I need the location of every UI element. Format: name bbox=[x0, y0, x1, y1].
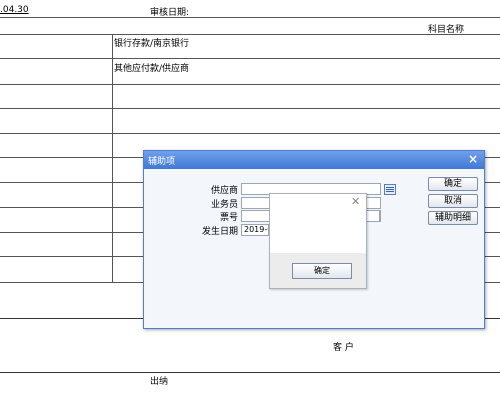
occurrence-date-label: 发生日期 bbox=[201, 227, 238, 237]
ticket-number-extra[interactable] bbox=[366, 210, 380, 222]
footer-divider bbox=[0, 372, 500, 373]
ticket-number-label: 票号 bbox=[219, 213, 238, 223]
column-divider bbox=[112, 34, 113, 282]
close-icon[interactable]: × bbox=[468, 152, 478, 166]
account-cell[interactable]: 银行存款/南京银行 bbox=[114, 36, 189, 49]
dialog-title: 辅助项 bbox=[148, 157, 176, 167]
row-divider bbox=[0, 84, 500, 85]
customer-label: 客 户 bbox=[333, 343, 354, 353]
divider bbox=[0, 34, 500, 35]
message-popup: ✕ 确定 bbox=[269, 193, 367, 289]
row-divider bbox=[0, 108, 500, 109]
divider bbox=[0, 17, 500, 18]
list-icon[interactable] bbox=[384, 184, 396, 195]
cashier-label: 出纳 bbox=[150, 377, 169, 387]
dialog-titlebar[interactable]: 辅助项 × bbox=[144, 151, 484, 169]
close-icon[interactable]: ✕ bbox=[351, 195, 360, 208]
cancel-button[interactable]: 取消 bbox=[428, 194, 478, 208]
ok-button[interactable]: 确定 bbox=[428, 177, 478, 191]
occurrence-date-input[interactable]: 2019-0 bbox=[241, 224, 269, 236]
supplier-label: 供应商 bbox=[210, 186, 238, 196]
auxiliary-dialog: 辅助项 × 供应商 业务员 票号 发生日期 2019-0 确定 取消 辅助明细 … bbox=[143, 150, 485, 329]
popup-ok-button[interactable]: 确定 bbox=[292, 263, 352, 279]
row-divider bbox=[0, 58, 500, 59]
voucher-date: .04.30 bbox=[0, 5, 29, 15]
popup-footer: 确定 bbox=[270, 253, 366, 288]
row-divider bbox=[0, 133, 500, 134]
account-cell[interactable]: 其他应付款/供应商 bbox=[114, 61, 189, 74]
auxiliary-detail-button[interactable]: 辅助明细 bbox=[428, 211, 478, 225]
salesperson-label: 业务员 bbox=[210, 200, 238, 210]
